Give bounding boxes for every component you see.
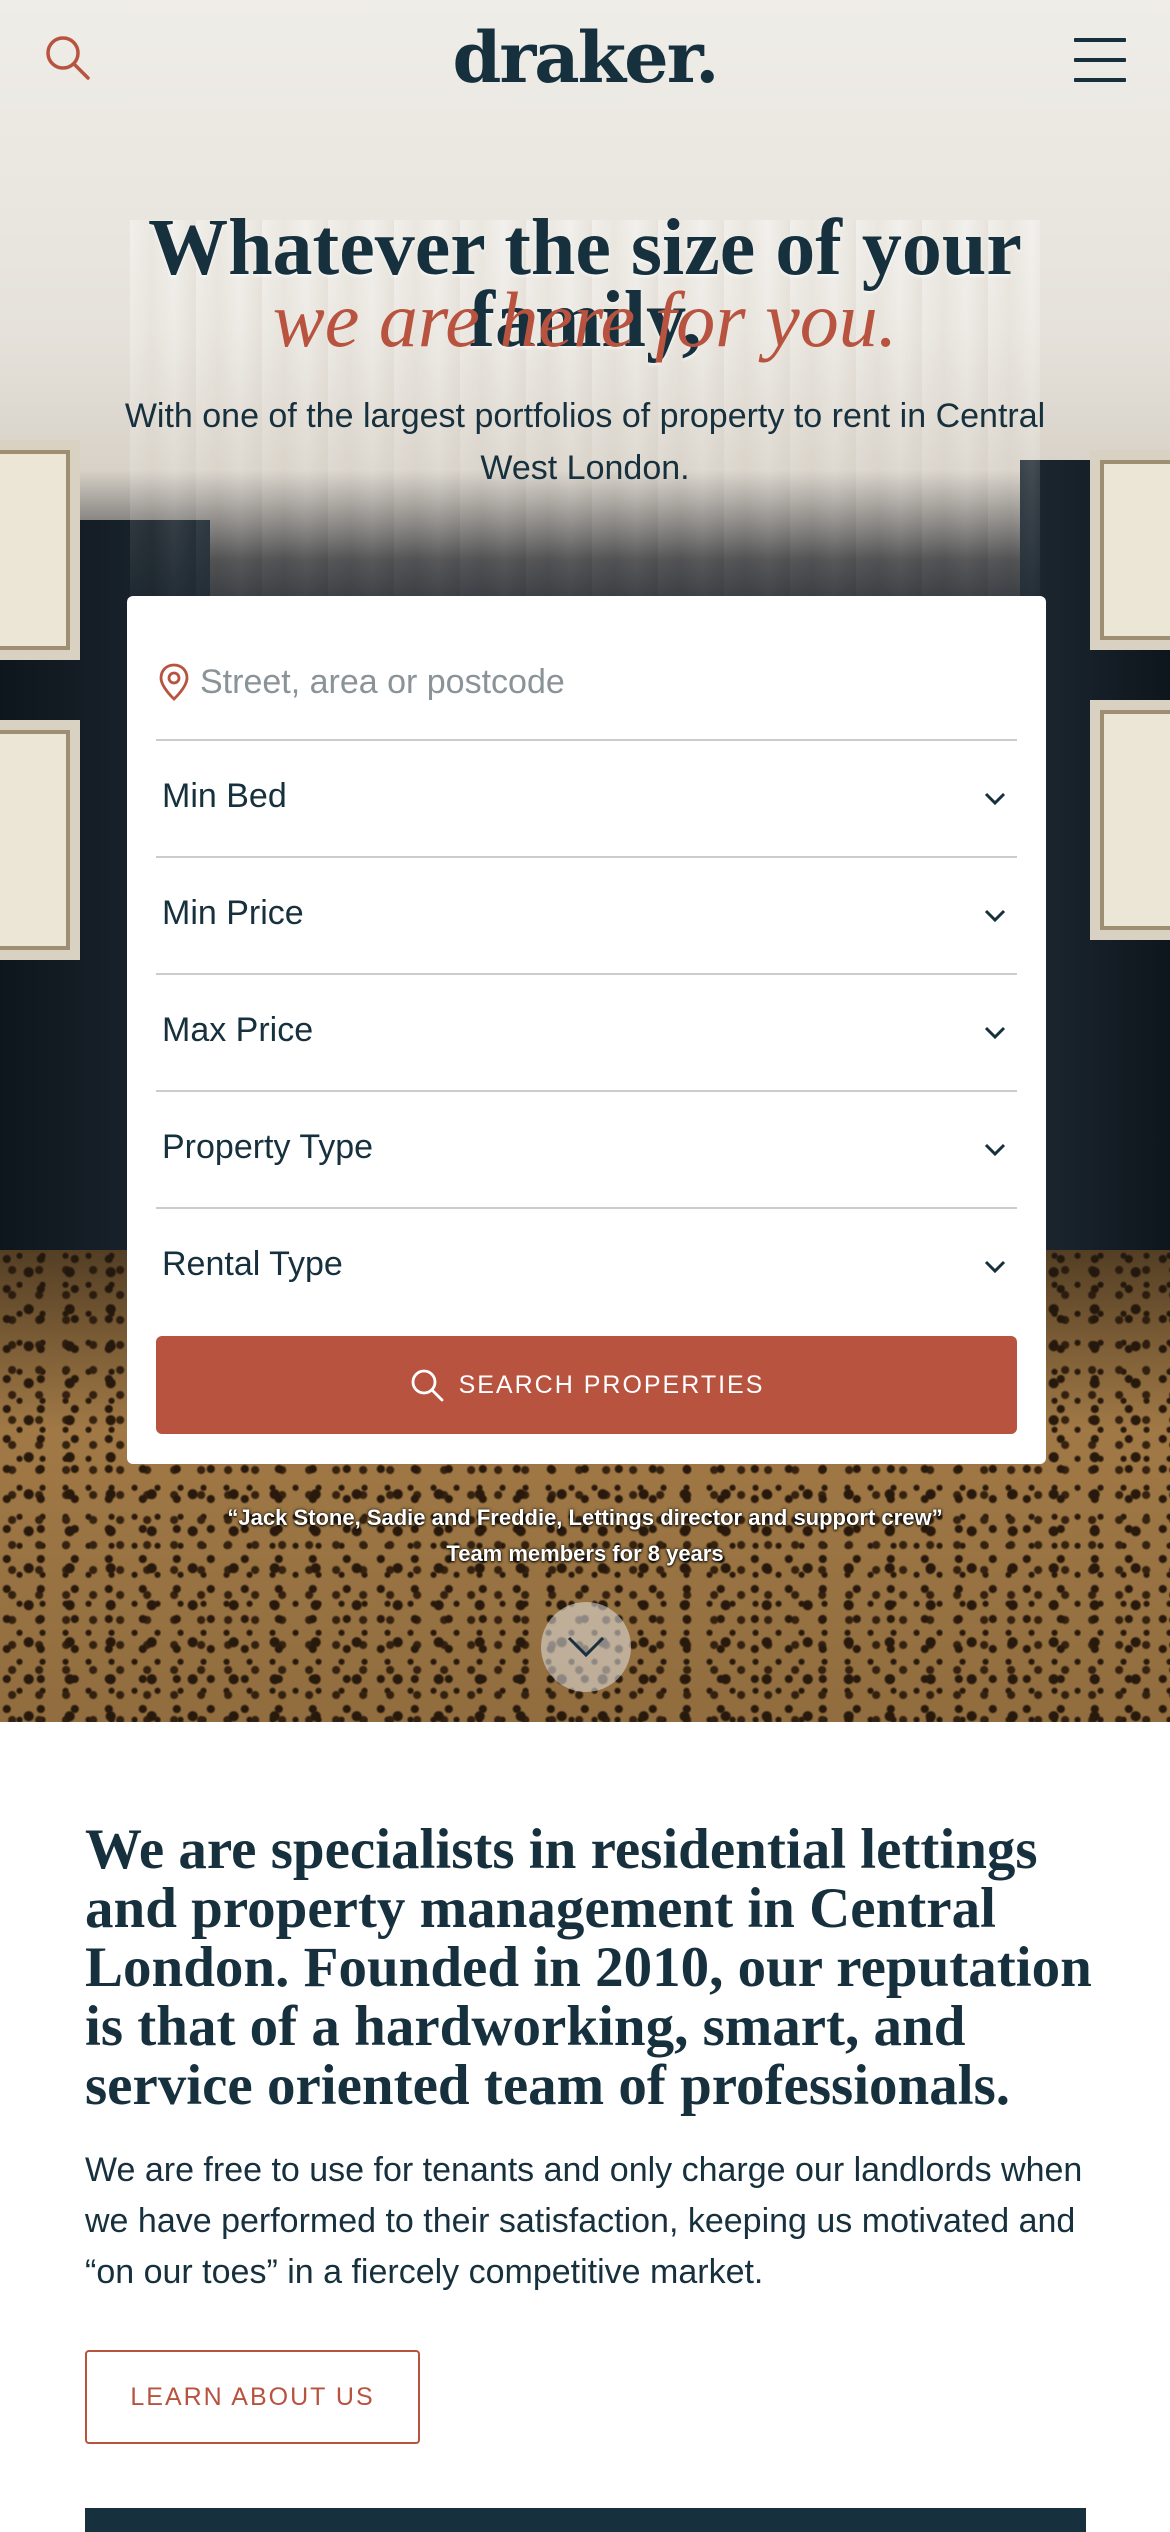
min-bed-select[interactable]: Min Bed [156, 741, 1017, 858]
property-type-select[interactable]: Property Type [156, 1092, 1017, 1209]
site-logo[interactable]: draker. [0, 16, 1170, 99]
scroll-down-button[interactable] [541, 1602, 631, 1692]
location-field [156, 596, 1017, 741]
select-label: Property Type [162, 1128, 374, 1166]
picture-frame [1090, 700, 1170, 940]
property-search-form: Min Bed Min Price Max Price Property Typ… [127, 596, 1046, 1464]
chevron-down-icon [984, 1260, 1006, 1274]
intro-body: We are free to use for tenants and only … [85, 2151, 1083, 2291]
intro-heading: We are specialists in residential lettin… [85, 1818, 1092, 2117]
search-properties-button[interactable]: SEARCH PROPERTIES [156, 1336, 1017, 1434]
chevron-down-icon [984, 909, 1006, 923]
picture-frame [0, 720, 80, 960]
hamburger-menu-icon[interactable] [1070, 36, 1130, 84]
hero-subtitle: With one of the largest portfolios of pr… [124, 397, 1046, 487]
hero-photo-caption: “Jack Stone, Sadie and Freddie, Lettings… [227, 1505, 943, 1530]
max-price-select[interactable]: Max Price [156, 975, 1017, 1092]
hero-photo-caption-subline: Team members for 8 years [446, 1541, 724, 1566]
chevron-down-icon [984, 1143, 1006, 1157]
rental-type-select[interactable]: Rental Type [156, 1209, 1017, 1326]
select-label: Min Bed [162, 777, 287, 815]
next-section-band [85, 2508, 1086, 2532]
search-button-label: SEARCH PROPERTIES [458, 1370, 765, 1399]
select-label: Rental Type [162, 1245, 343, 1283]
select-label: Min Price [162, 894, 304, 932]
chevron-down-icon [984, 1026, 1006, 1040]
min-price-select[interactable]: Min Price [156, 858, 1017, 975]
hero-section: draker. Whatever the size of your family… [0, 0, 1170, 1722]
chevron-down-icon [984, 792, 1006, 806]
learn-about-us-label: LEARN ABOUT US [130, 2382, 375, 2411]
location-search-input[interactable] [200, 652, 1000, 712]
site-header: draker. [0, 0, 1170, 120]
hero-title-accent: we are here for you. [272, 276, 898, 363]
chevron-down-icon [567, 1636, 605, 1658]
picture-frame [1090, 450, 1170, 650]
map-pin-icon [159, 663, 189, 701]
learn-about-us-button[interactable]: LEARN ABOUT US [85, 2350, 420, 2444]
picture-frame [0, 440, 80, 660]
search-icon [411, 1369, 443, 1402]
select-label: Max Price [162, 1011, 314, 1049]
